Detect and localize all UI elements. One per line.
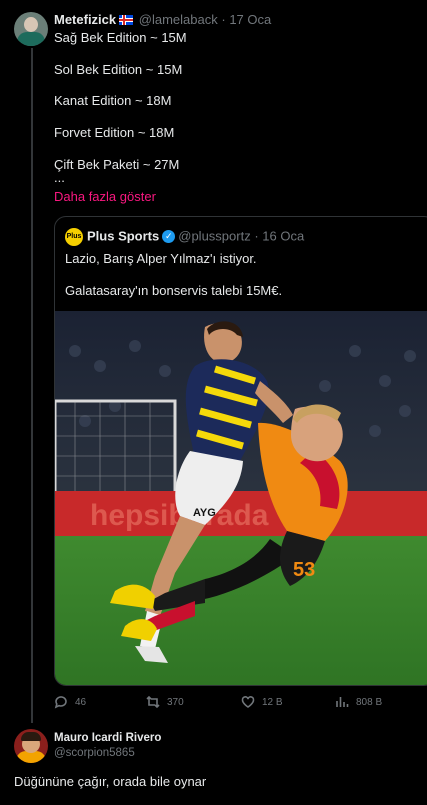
retweet-count: 370 (167, 696, 184, 708)
iceland-flag-icon (119, 14, 134, 25)
kit-number: 53 (293, 559, 315, 581)
tweet-line: Çift Bek Paketi ~ 27M (54, 156, 180, 172)
reply-count: 46 (75, 696, 87, 708)
sponsor-text: AYG (193, 507, 216, 519)
reply-icon (54, 696, 67, 709)
quoted-line: Galatasaray'ın bonservis talebi 15M€. (65, 283, 283, 298)
quoted-tweet-date[interactable]: 16 Oca (262, 228, 304, 243)
thread-connector-line (31, 48, 33, 723)
tweet-header: Metefizick @lamelaback · 17 Oca (54, 12, 271, 28)
reply-button[interactable]: 46 (54, 695, 86, 709)
quoted-tweet-header: Plus Plus Sports ✓ @plussportz · 16 Oca (65, 228, 304, 246)
author-name[interactable]: Metefizick (54, 12, 116, 27)
plus-sports-logo[interactable]: Plus (65, 228, 83, 246)
tweet-date[interactable]: 17 Oca (229, 12, 271, 27)
verified-badge-icon: ✓ (162, 229, 176, 243)
separator-dot: · (221, 12, 226, 27)
tweet-line: Sağ Bek Edition ~ 15M (54, 30, 187, 45)
tweet-line: ... (54, 169, 65, 185)
retweet-button[interactable]: 370 (146, 695, 184, 709)
retweet-icon (146, 695, 160, 709)
tweet-line: Forvet Edition ~ 18M (54, 125, 175, 141)
view-count: 808 B (356, 696, 383, 708)
football-photo[interactable]: hepsiburada AYG 53 (55, 311, 427, 685)
show-more-link[interactable]: Daha fazla göster (54, 189, 156, 204)
avatar[interactable] (14, 12, 48, 46)
like-button[interactable]: 12 B (241, 695, 283, 709)
tweet-text: Sağ Bek Edition ~ 15M Sol Bek Edition ~ … (54, 30, 187, 184)
views-chart-icon (336, 697, 349, 707)
quoted-author-handle[interactable]: @plussportz (178, 228, 250, 243)
tweet-line: Sol Bek Edition ~ 15M (54, 61, 183, 77)
reply-avatar[interactable] (14, 729, 48, 763)
reply-header: Mauro Icardi Rivero @scorpion5865 (54, 731, 161, 761)
action-bar: 46 370 12 B 808 B (54, 695, 427, 711)
views-button[interactable]: 808 B (335, 695, 382, 709)
reply-author-handle[interactable]: @scorpion5865 (54, 746, 161, 761)
quoted-tweet-text: Lazio, Barış Alper Yılmaz'ı istiyor. Gal… (65, 251, 282, 299)
quoted-line: Lazio, Barış Alper Yılmaz'ı istiyor. (65, 251, 257, 266)
heart-icon (241, 696, 255, 708)
quoted-author-name[interactable]: Plus Sports (87, 228, 159, 243)
author-handle[interactable]: @lamelaback (139, 12, 218, 27)
separator-dot: · (254, 228, 259, 244)
reply-author-name[interactable]: Mauro Icardi Rivero (54, 731, 161, 746)
reply-text: Düğününe çağır, orada bile oynar (14, 774, 207, 789)
quoted-tweet[interactable]: Plus Plus Sports ✓ @plussportz · 16 Oca Laz… (54, 216, 427, 686)
like-count: 12 B (262, 696, 283, 708)
tweet-line: Kanat Edition ~ 18M (54, 93, 172, 109)
